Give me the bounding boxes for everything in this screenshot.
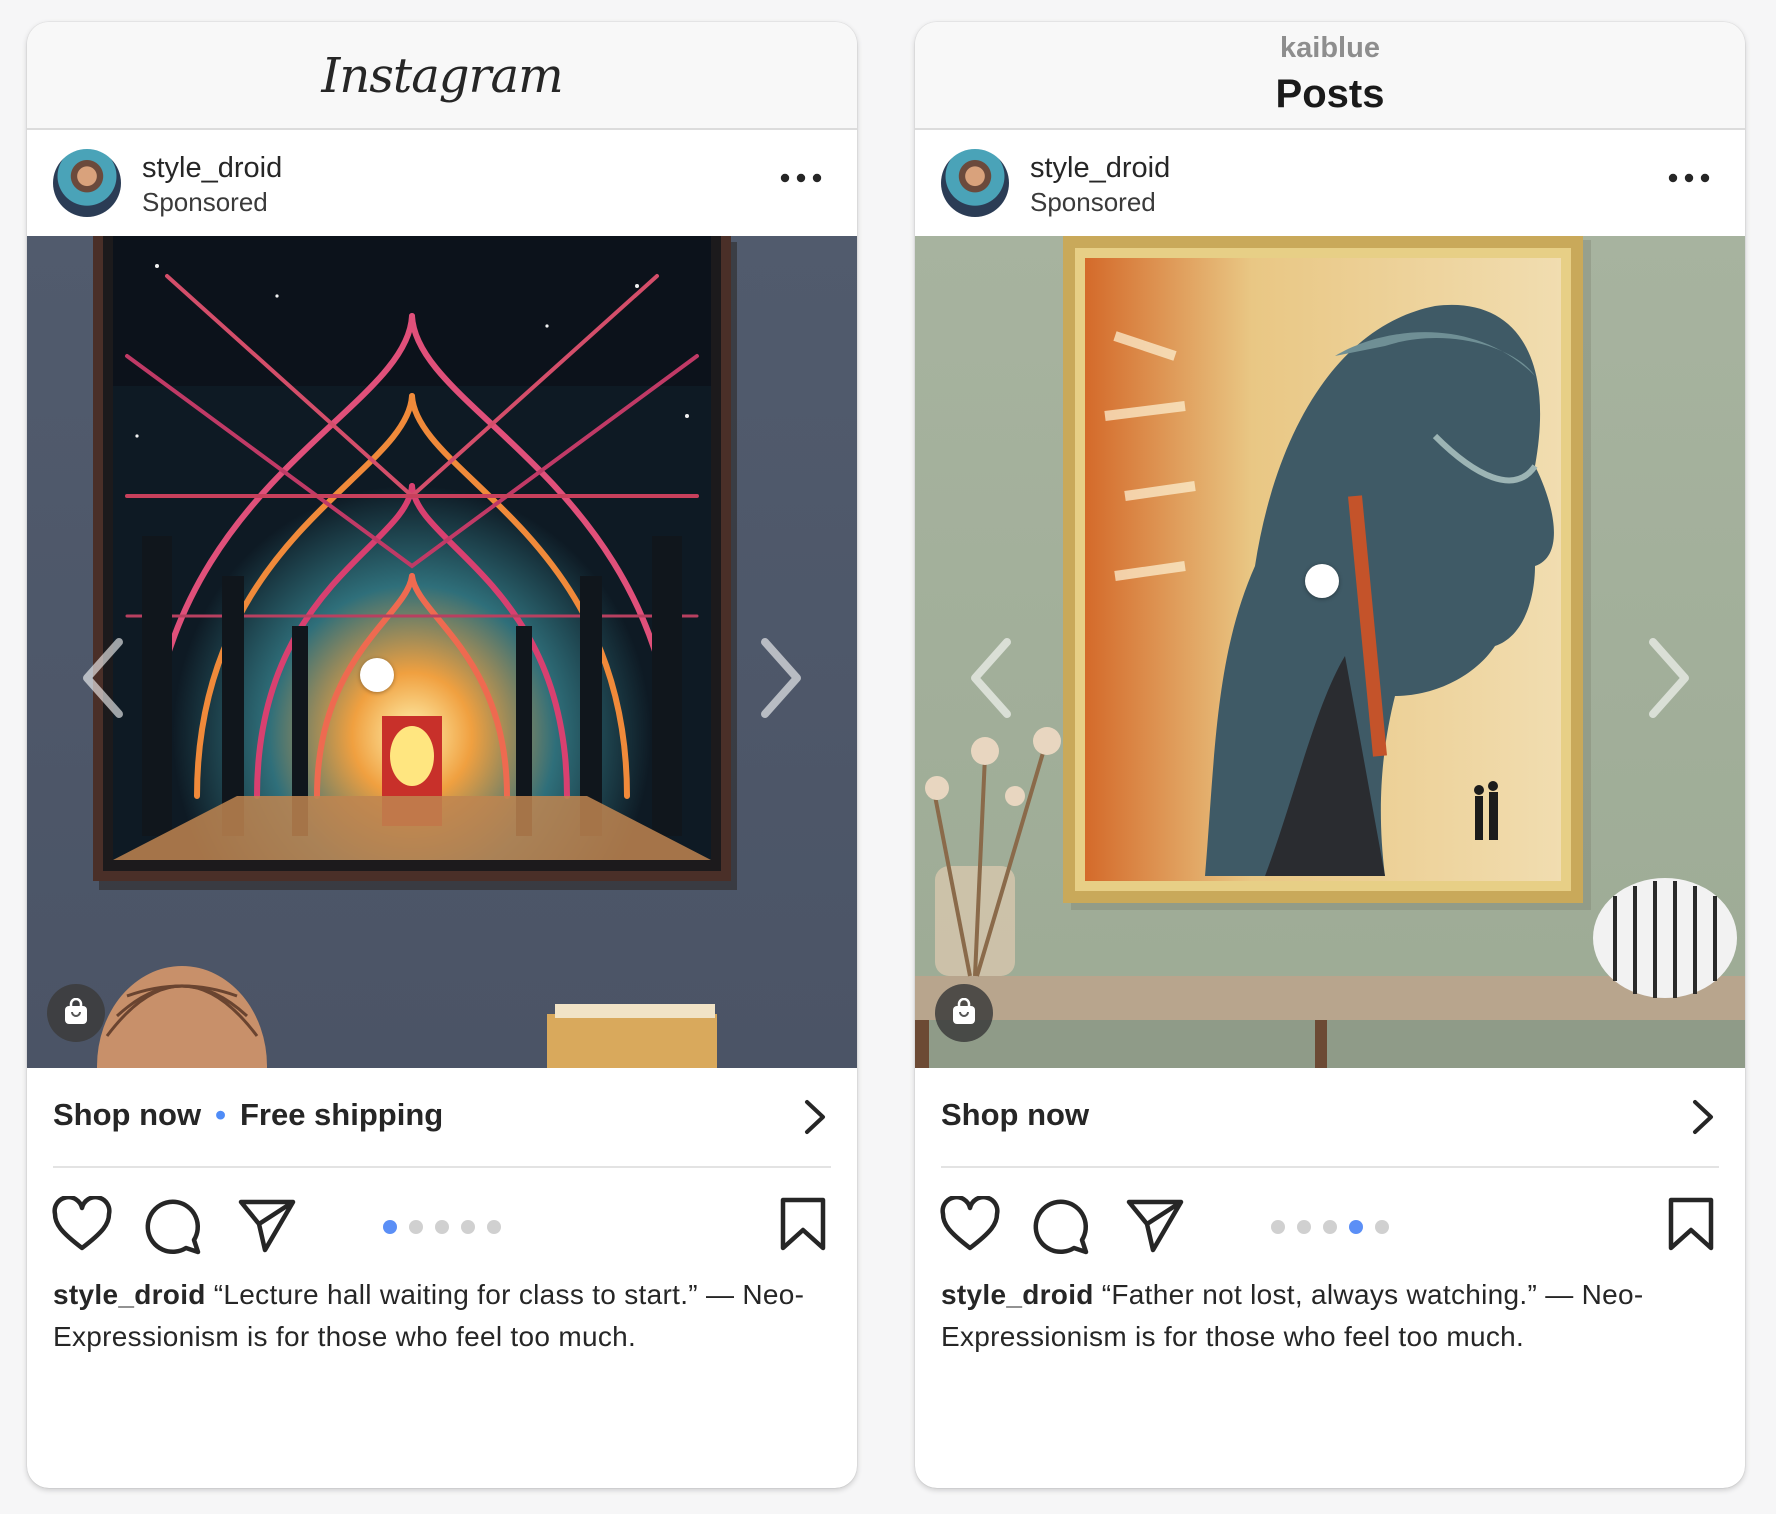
carousel-dot	[1349, 1220, 1363, 1234]
carousel-dot	[1375, 1220, 1389, 1234]
divider	[941, 1166, 1719, 1168]
bookmark-icon[interactable]	[1667, 1196, 1715, 1252]
chevron-right-icon[interactable]	[1643, 636, 1695, 720]
carousel-dot	[409, 1220, 423, 1234]
sponsored-label: Sponsored	[142, 187, 268, 217]
divider	[53, 1166, 831, 1168]
chevron-right-icon[interactable]	[755, 636, 807, 720]
father-profile-painting	[915, 236, 1745, 1068]
more-icon[interactable]	[1667, 172, 1711, 184]
post-username[interactable]: style_droid	[142, 152, 282, 185]
post-caption: style_droid “Lecture hall waiting for cl…	[53, 1274, 813, 1358]
caption-username[interactable]: style_droid	[53, 1279, 206, 1310]
carousel-dot	[487, 1220, 501, 1234]
heart-icon[interactable]	[51, 1196, 113, 1252]
carousel-dot	[1323, 1220, 1337, 1234]
carousel-indicator	[1271, 1220, 1401, 1236]
comment-icon[interactable]	[142, 1196, 202, 1256]
shopping-bag-icon	[65, 998, 87, 1024]
post-actions	[915, 1190, 1745, 1260]
post-media[interactable]	[915, 236, 1745, 1068]
product-tag-dot[interactable]	[1305, 564, 1339, 598]
post-header: style_droid Sponsored	[27, 132, 857, 236]
page-title: Posts	[1275, 72, 1385, 116]
bookmark-icon[interactable]	[779, 1196, 827, 1252]
chevron-left-icon[interactable]	[965, 636, 1017, 720]
bullet-separator: •	[215, 1097, 226, 1132]
shopping-bag-button[interactable]	[47, 984, 105, 1042]
comment-icon[interactable]	[1030, 1196, 1090, 1256]
caption-username[interactable]: style_droid	[941, 1279, 1094, 1310]
share-icon[interactable]	[1125, 1196, 1185, 1254]
shopping-bag-icon	[953, 998, 975, 1024]
post-actions	[27, 1190, 857, 1260]
post-username[interactable]: style_droid	[1030, 152, 1170, 185]
carousel-dot	[1297, 1220, 1311, 1234]
carousel-dot	[383, 1220, 397, 1234]
carousel-dot	[461, 1220, 475, 1234]
sponsored-label: Sponsored	[1030, 187, 1156, 217]
post-header: style_droid Sponsored	[915, 132, 1745, 236]
chevron-left-icon[interactable]	[77, 636, 129, 720]
instagram-post-card-1: Instagram style_droid Sponsored Shop now…	[27, 22, 857, 1488]
post-media[interactable]	[27, 236, 857, 1068]
more-icon[interactable]	[779, 172, 823, 184]
chevron-right-icon[interactable]	[803, 1098, 827, 1136]
shop-now-cta[interactable]: Shop now • Free shipping	[27, 1068, 857, 1168]
carousel-dot	[435, 1220, 449, 1234]
app-header: Instagram	[27, 22, 857, 130]
shop-now-label: Shop now	[941, 1097, 1090, 1132]
shop-now-cta[interactable]: Shop now	[915, 1068, 1745, 1168]
shop-now-label: Shop now	[53, 1097, 202, 1132]
carousel-indicator	[383, 1220, 513, 1236]
product-tag-dot[interactable]	[360, 658, 394, 692]
post-caption: style_droid “Father not lost, always wat…	[941, 1274, 1701, 1358]
heart-icon[interactable]	[939, 1196, 1001, 1252]
share-icon[interactable]	[237, 1196, 297, 1254]
avatar[interactable]	[941, 149, 1009, 217]
instagram-logo: Instagram	[321, 48, 563, 104]
lecture-hall-painting	[93, 236, 737, 1068]
free-shipping-label: Free shipping	[239, 1097, 444, 1132]
shopping-bag-button[interactable]	[935, 984, 993, 1042]
chevron-right-icon[interactable]	[1691, 1098, 1715, 1136]
profile-username: kaiblue	[1280, 32, 1380, 64]
instagram-post-card-2: kaiblue Posts style_droid Sponsored Shop…	[915, 22, 1745, 1488]
carousel-dot	[1271, 1220, 1285, 1234]
avatar[interactable]	[53, 149, 121, 217]
app-header: kaiblue Posts	[915, 22, 1745, 130]
